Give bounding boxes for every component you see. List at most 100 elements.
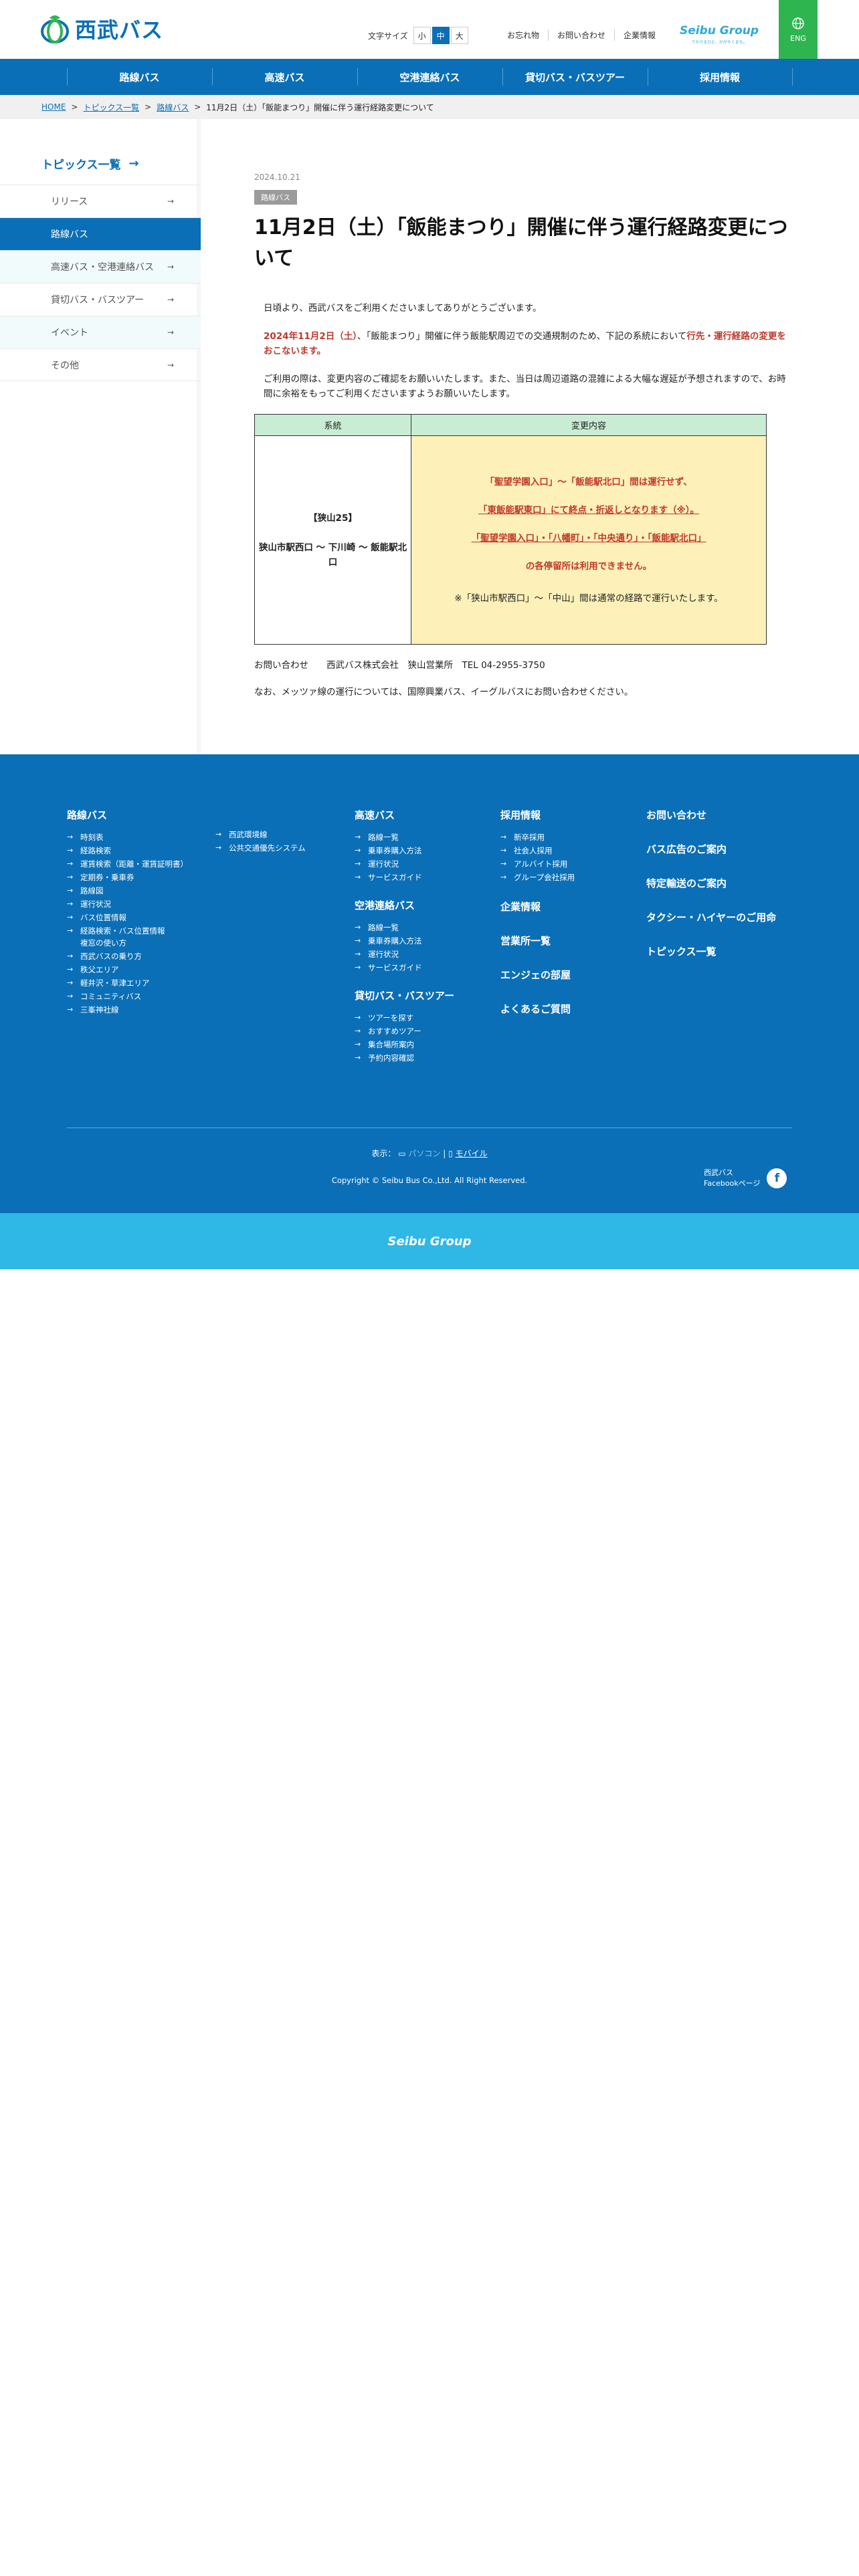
footer-link[interactable]: 路線一覧: [355, 922, 454, 934]
footer-col-misc: お問い合わせ バス広告のご案内 特定輸送のご案内 タクシー・ハイヤーのご用命 ト…: [646, 808, 776, 978]
nav-route-bus[interactable]: 路線バス: [66, 68, 212, 86]
footer-heading[interactable]: 空港連絡バス: [355, 898, 454, 912]
footer-big-link[interactable]: トピックス一覧: [646, 944, 776, 958]
footer-big-link[interactable]: 営業所一覧: [500, 934, 575, 948]
footer-link[interactable]: サービスガイド: [355, 871, 454, 883]
footer-link[interactable]: 乗車券購入方法: [355, 845, 454, 857]
footer-link[interactable]: ツアーを探す: [355, 1012, 454, 1024]
footer-heading[interactable]: 高速バス: [355, 808, 454, 822]
font-size-small-button[interactable]: 小: [413, 27, 431, 44]
footer-link[interactable]: 路線一覧: [355, 831, 454, 843]
sidebar-title[interactable]: トピックス一覧 →: [41, 155, 139, 172]
footer-link[interactable]: 三峯神社線: [67, 1004, 188, 1016]
breadcrumb-home[interactable]: HOME: [41, 102, 66, 112]
footer-link[interactable]: 公共交通優先システム: [215, 842, 306, 854]
nav-charter-bus[interactable]: 貸切バス・バスツアー: [502, 68, 648, 86]
facebook-link[interactable]: 西武バス Facebookページ f: [704, 1168, 787, 1189]
site-logo[interactable]: 西武バス: [40, 13, 163, 44]
sidebar-item-other[interactable]: その他 →: [0, 348, 201, 381]
footer-col-highway: 高速バス 路線一覧 乗車券購入方法 運行状況 サービスガイド 空港連絡バス 路線…: [355, 808, 454, 1065]
nav-highway-bus[interactable]: 高速バス: [211, 68, 357, 86]
sidebar-item-label: 高速バス・空港連絡バス: [51, 262, 154, 273]
footer-link[interactable]: 西武バスの乗り方: [67, 950, 188, 962]
change-line-1: 「聖望学園入口」〜「飯能駅北口」間は運行せず、: [485, 476, 692, 488]
footer-link[interactable]: 定期券・乗車券: [67, 871, 188, 883]
footer-heading[interactable]: 路線バス: [67, 808, 188, 822]
footer-big-link[interactable]: 企業情報: [500, 899, 575, 914]
footer-heading[interactable]: 貸切バス・バスツアー: [355, 988, 454, 1002]
footer-link[interactable]: 秩父エリア: [67, 964, 188, 976]
sidebar-item-event[interactable]: イベント →: [0, 316, 201, 348]
footer-heading[interactable]: 採用情報: [500, 808, 575, 822]
category-badge: 路線バス: [254, 190, 297, 205]
facebook-icon: f: [767, 1168, 787, 1188]
footer-link[interactable]: 経路検索・バス位置情報 複窓の使い方: [67, 925, 188, 949]
footer-link[interactable]: コミュニティバス: [67, 990, 188, 1002]
footer-link[interactable]: バス位置情報: [67, 911, 188, 924]
header-links: お忘れ物 お問い合わせ 企業情報: [498, 29, 664, 41]
seibu-group-logo[interactable]: Seibu Group でかけるひと、かがやくまち。: [679, 24, 759, 48]
table-header-route: 系統: [255, 415, 411, 436]
footer-link[interactable]: 運行状況: [355, 948, 454, 960]
footer-link[interactable]: 経路検索: [67, 845, 188, 857]
breadcrumb-route-bus[interactable]: 路線バス: [157, 102, 189, 113]
sidebar-item-label: リリース: [51, 197, 88, 207]
company-info-link[interactable]: 企業情報: [614, 29, 664, 41]
breadcrumb-separator: >: [194, 102, 201, 112]
english-button[interactable]: ENG: [779, 0, 818, 59]
logo-text: 西武バス: [75, 17, 164, 43]
footer-link[interactable]: サービスガイド: [355, 962, 454, 974]
seibu-group-bottom-logo[interactable]: Seibu Group: [387, 1235, 471, 1249]
breadcrumb-current: 11月2日（土）「飯能まつり」開催に伴う運行経路変更について: [206, 102, 434, 112]
footer-link[interactable]: 新卒採用: [500, 831, 575, 843]
footer-big-link[interactable]: お問い合わせ: [646, 808, 776, 822]
arrow-right-icon: →: [167, 197, 174, 206]
footer-big-link[interactable]: タクシー・ハイヤーのご用命: [646, 910, 776, 924]
nav-airport-bus[interactable]: 空港連絡バス: [357, 68, 502, 86]
arrow-right-icon: →: [167, 360, 174, 370]
font-size-medium-button[interactable]: 中: [432, 27, 450, 44]
footer-link[interactable]: おすすめツアー: [355, 1025, 454, 1037]
english-label: ENG: [790, 33, 806, 43]
footer-link[interactable]: 集合場所案内: [355, 1039, 454, 1051]
nav-recruit[interactable]: 採用情報: [647, 68, 793, 86]
footer-link[interactable]: 運行状況: [67, 898, 188, 910]
footer-big-link[interactable]: 特定輸送のご案内: [646, 876, 776, 890]
seibu-group-logo-text: Seibu Group: [679, 24, 759, 37]
footer-link[interactable]: 西武環境線: [215, 829, 306, 841]
footer-link[interactable]: 運行状況: [355, 858, 454, 870]
article-title: 11月2日（土）「飯能まつり」開催に伴う運行経路変更について: [254, 216, 788, 270]
footer-link[interactable]: 社会人採用: [500, 845, 575, 857]
footer-link[interactable]: 路線図: [67, 885, 188, 897]
font-size-large-button[interactable]: 大: [450, 27, 468, 44]
mobile-icon: ▯: [448, 1149, 453, 1158]
footer-link[interactable]: 時刻表: [67, 831, 188, 843]
sidebar-item-label: 貸切バス・バスツアー: [51, 295, 145, 306]
footer-big-link[interactable]: よくあるご質問: [500, 1002, 575, 1016]
footer-big-link[interactable]: エンジェの部屋: [500, 968, 575, 982]
footer-link[interactable]: 軽井沢・草津エリア: [67, 977, 188, 989]
contact-link[interactable]: お問い合わせ: [548, 29, 614, 41]
footer-col-route-bus-2: 西武環境線 公共交通優先システム: [215, 829, 306, 855]
footer-link[interactable]: 予約内容確認: [355, 1052, 454, 1064]
article-paragraph-greeting: 日頃より、西武バスをご利用くださいましてありがとうございます。: [264, 303, 542, 314]
breadcrumb-topics[interactable]: トピックス一覧: [83, 102, 139, 113]
display-mobile[interactable]: モバイル: [456, 1149, 488, 1158]
footer-link[interactable]: アルバイト採用: [500, 858, 575, 870]
change-line-4: の各停留所は利用できません。: [525, 560, 652, 572]
sidebar-item-charter-bus[interactable]: 貸切バス・バスツアー →: [0, 283, 201, 316]
sidebar-item-highway-bus[interactable]: 高速バス・空港連絡バス →: [0, 250, 201, 283]
sidebar-item-release[interactable]: リリース →: [0, 185, 201, 217]
sidebar-title-text: トピックス一覧: [41, 158, 121, 172]
arrow-right-icon: →: [167, 262, 174, 272]
footer-link[interactable]: グループ会社採用: [500, 871, 575, 883]
seibu-bus-logo-icon: [41, 15, 69, 43]
footer-link[interactable]: 運賃検索（距離・運賃証明書）: [67, 858, 188, 870]
font-size-label: 文字サイズ: [368, 31, 408, 41]
monitor-icon: ▭: [398, 1149, 406, 1158]
footer-link[interactable]: 乗車券購入方法: [355, 935, 454, 947]
article-contact: お問い合わせ 西武バス株式会社 狭山営業所 TEL 04-2955-3750: [254, 660, 545, 671]
lost-items-link[interactable]: お忘れ物: [498, 29, 548, 41]
footer-big-link[interactable]: バス広告のご案内: [646, 842, 776, 856]
sidebar-item-route-bus[interactable]: 路線バス: [0, 217, 201, 250]
